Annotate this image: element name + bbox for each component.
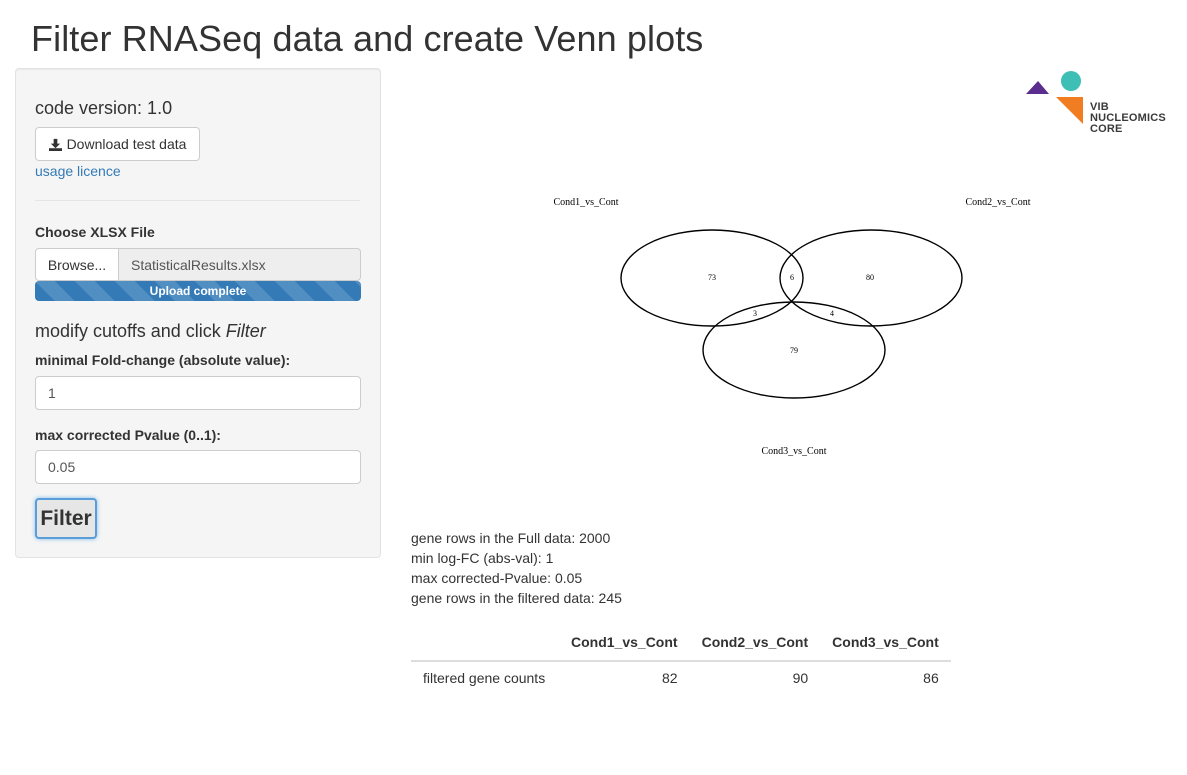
pvalue-label: max corrected Pvalue (0..1):: [35, 427, 221, 443]
cutoff-heading-text: modify cutoffs and click: [35, 321, 221, 341]
filter-summary: gene rows in the Full data: 2000 min log…: [411, 528, 622, 608]
logo-line-3: CORE: [1090, 123, 1123, 135]
venn-count-1-and-2: 6: [790, 273, 794, 282]
upload-progress-bar: Upload complete: [35, 281, 361, 301]
venn-count-only-3: 79: [790, 346, 798, 355]
download-icon: [48, 138, 62, 151]
cutoff-heading: modify cutoffs and click Filter: [35, 321, 266, 342]
selected-file-name: StatisticalResults.xlsx: [119, 248, 361, 281]
file-input-label: Choose XLSX File: [35, 224, 155, 240]
venn-set-label-2: Cond2_vs_Cont: [965, 197, 1030, 208]
table-header-cond3: Cond3_vs_Cont: [820, 628, 951, 662]
venn-count-only-1: 73: [708, 273, 716, 282]
pvalue-input[interactable]: [35, 450, 361, 484]
cutoff-heading-emphasis: Filter: [225, 321, 266, 341]
download-test-data-label: Download test data: [66, 136, 187, 152]
sidebar-panel: code version: 1.0 Download test data usa…: [15, 68, 381, 558]
usage-licence-link[interactable]: usage licence: [35, 163, 121, 179]
fold-change-input[interactable]: [35, 376, 361, 410]
venn-set-label-3: Cond3_vs_Cont: [761, 446, 826, 457]
logo-text: VIB NUCLEOMICS CORE: [1090, 102, 1166, 135]
download-test-data-button[interactable]: Download test data: [35, 127, 200, 161]
venn-count-2-and-3: 4: [830, 309, 834, 318]
table-row: filtered gene counts 82 90 86: [411, 661, 951, 694]
table-cell-cond1: 82: [662, 670, 678, 686]
version-heading: code version: 1.0: [35, 98, 173, 118]
table-header-blank: [411, 628, 559, 662]
summary-filtered-rows: gene rows in the filtered data: 245: [411, 590, 622, 606]
venn-count-1-and-3: 3: [753, 309, 757, 318]
filtered-counts-table: Cond1_vs_Cont Cond2_vs_Cont Cond3_vs_Con…: [411, 628, 951, 694]
table-header-cond1: Cond1_vs_Cont: [559, 628, 690, 662]
venn-set-label-1: Cond1_vs_Cont: [553, 197, 618, 208]
table-cell-cond2: 90: [792, 670, 809, 686]
table-row-label: filtered gene counts: [423, 670, 546, 686]
summary-full-rows: gene rows in the Full data: 2000: [411, 530, 611, 546]
summary-max-pvalue: max corrected-Pvalue: 0.05: [411, 570, 583, 586]
file-input-group: Browse... StatisticalResults.xlsx: [35, 248, 361, 281]
sidebar-divider: [35, 200, 360, 201]
fold-change-label: minimal Fold-change (absolute value):: [35, 352, 291, 368]
table-header-cond2: Cond2_vs_Cont: [689, 628, 821, 662]
venn-count-only-2: 80: [866, 273, 874, 282]
venn-diagram: Cond1_vs_Cont Cond2_vs_Cont Cond3_vs_Con…: [553, 197, 1030, 457]
table-cell-cond3: 86: [923, 670, 939, 686]
filter-button[interactable]: Filter: [35, 498, 97, 539]
summary-min-fc: min log-FC (abs-val): 1: [411, 550, 554, 566]
vib-nucleomics-logo: VIB NUCLEOMICS CORE: [1022, 68, 1177, 135]
browse-button[interactable]: Browse...: [35, 248, 119, 281]
page-title: Filter RNASeq data and create Venn plots: [31, 18, 704, 59]
table-header-row: Cond1_vs_Cont Cond2_vs_Cont Cond3_vs_Con…: [411, 628, 951, 662]
